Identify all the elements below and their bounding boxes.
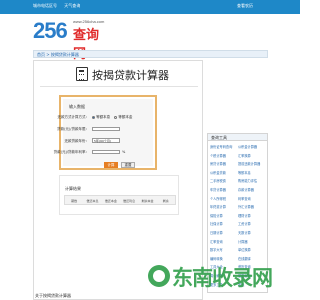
watermark: 东南收录网	[148, 262, 298, 292]
loan-amount-input[interactable]	[92, 127, 120, 131]
interest-rate-input[interactable]	[92, 150, 120, 154]
top-link-weather[interactable]: 天气查询	[64, 3, 80, 8]
top-link-calendar[interactable]: 查看农历	[237, 3, 253, 9]
tools-link-row: 个人所得税 利率查询	[210, 196, 266, 205]
watermark-logo-icon	[148, 265, 170, 287]
col-principal: 偿还本金	[104, 199, 117, 203]
tools-link[interactable]: 工资计算	[238, 221, 266, 230]
col-period: 期数	[71, 199, 78, 203]
tools-link[interactable]: 日期计算	[210, 230, 238, 239]
results-panel: 计算结果 期数 偿还本息 偿还本金 偿还利息 剩余本金 剩余	[59, 175, 179, 215]
tools-link[interactable]: 二手房税费	[210, 178, 238, 187]
tools-link[interactable]: 社保计算	[210, 221, 238, 230]
tools-link[interactable]: 等额本息	[238, 170, 266, 179]
radio-equal-installment[interactable]	[92, 115, 95, 119]
label-loan-amount: 贷款(元)/贷款年限：	[57, 127, 89, 131]
tools-link[interactable]: 购房能力评估	[238, 178, 266, 187]
results-heading: 计算结果	[65, 186, 81, 191]
radio-equal-principal[interactable]	[114, 115, 118, 119]
label-interest-rate: 贷款(元)/贷款年利率：	[53, 150, 89, 154]
tools-link[interactable]: 个税计算器	[210, 153, 238, 162]
top-link-area-code[interactable]: 城市电话区号	[33, 3, 57, 8]
tools-link-row: 数字大写 单位换算	[210, 247, 266, 256]
tools-link[interactable]: 理财计算	[238, 213, 266, 222]
calculator-icon	[76, 67, 88, 81]
tools-link[interactable]: 天数计算	[238, 230, 266, 239]
label-loan-years-row: 还款贷款年份：	[64, 139, 90, 143]
tools-link-row: 社保计算 工资计算	[210, 221, 266, 230]
tools-box-title: 查询工具	[208, 134, 267, 141]
about-heading: 关于按揭贷款计算器	[35, 293, 71, 298]
results-table-header: 期数 偿还本息 偿还本金 偿还利息 剩余本金 剩余	[64, 195, 176, 205]
label-interest-rate-row: 贷款(元)/贷款年利率：	[54, 150, 89, 154]
loan-years-select[interactable]: 5年(60个月)	[92, 138, 120, 143]
tools-link-row: 二手房税费 购房能力评估	[210, 178, 266, 187]
tools-link[interactable]: 身份证号码查询	[210, 144, 238, 153]
tools-link[interactable]: 数字大写	[210, 247, 238, 256]
title-divider	[40, 86, 198, 87]
calculate-button[interactable]: 计算	[104, 162, 118, 168]
tools-link-row: 年终奖计算 外汇计算器	[210, 204, 266, 213]
tools-link[interactable]: 汇率换算	[238, 153, 266, 162]
watermark-text: 东南收录网	[172, 266, 273, 290]
label-repay-method-row: 还款方式计算方式：	[58, 115, 90, 119]
tools-link[interactable]: 计算器	[238, 239, 266, 248]
form-heading: 输入数据	[69, 104, 85, 109]
repay-method-options: 等额本息 等额本金	[92, 115, 152, 119]
tools-link-row: 车贷计算器 存款计算器	[210, 187, 266, 196]
tools-link[interactable]: 个人所得税	[210, 196, 238, 205]
top-nav-bar: 城市电话区号 天气查询 查看农历	[0, 0, 300, 14]
col-interest: 偿还利息	[123, 199, 136, 203]
tools-link[interactable]: 车贷计算器	[210, 187, 238, 196]
tools-link[interactable]: 保险计算	[210, 213, 238, 222]
tools-link-row: 日期计算 天数计算	[210, 230, 266, 239]
tools-link-row: 汇率查询 计算器	[210, 239, 266, 248]
tools-link[interactable]: 提前还款计算器	[238, 161, 266, 170]
tools-link[interactable]: 存款计算器	[238, 187, 266, 196]
reset-button[interactable]: 重置	[121, 162, 135, 168]
tools-link-row: 公积金贷款 等额本息	[210, 170, 266, 179]
page-title: 按揭贷款计算器	[92, 69, 169, 82]
tools-link[interactable]: 利率查询	[238, 196, 266, 205]
tools-link[interactable]: 汇率查询	[210, 239, 238, 248]
percent-sign: %	[122, 150, 126, 154]
col-remaining-principal: 剩余本金	[141, 199, 154, 203]
col-remaining: 剩余	[162, 199, 169, 203]
col-payment: 偿还本息	[86, 199, 99, 203]
tools-link[interactable]: 外汇计算器	[238, 204, 266, 213]
top-nav-links: 城市电话区号 天气查询	[33, 3, 86, 9]
tools-link[interactable]: 年终奖计算	[210, 204, 238, 213]
tools-link[interactable]: 公积金计算器	[238, 144, 266, 153]
label-loan-amount-row: 贷款(元)/贷款年限：	[57, 127, 89, 131]
logo-number: 256	[33, 18, 68, 43]
breadcrumb[interactable]: 首页 > 按揭贷款计算器	[33, 50, 268, 58]
tools-link[interactable]: 单位换算	[238, 247, 266, 256]
site-logo[interactable]: 256 www.256cha.com 查询网	[33, 16, 109, 62]
radio-equal-installment-label: 等额本息	[96, 115, 111, 119]
label-loan-years: 还款贷款年份：	[64, 139, 90, 143]
tools-link[interactable]: 房贷计算器	[210, 161, 238, 170]
label-repay-method: 还款方式计算方式：	[57, 115, 90, 119]
page-title-area: 按揭贷款计算器	[40, 63, 198, 85]
tools-link-row: 身份证号码查询 公积金计算器	[210, 144, 266, 153]
tools-link-row: 房贷计算器 提前还款计算器	[210, 161, 266, 170]
calculator-inner: 输入数据 还款方式计算方式： 等额本息 等额本金 贷款(元)/贷款年限： 还款贷…	[54, 99, 153, 168]
tools-link[interactable]: 公积金贷款	[210, 170, 238, 179]
radio-equal-principal-label: 等额本金	[118, 115, 133, 119]
tools-link-row: 保险计算 理财计算	[210, 213, 266, 222]
tools-link-row: 个税计算器 汇率换算	[210, 153, 266, 162]
calculator-form: 输入数据 还款方式计算方式： 等额本息 等额本金 贷款(元)/贷款年限： 还款贷…	[54, 95, 157, 170]
